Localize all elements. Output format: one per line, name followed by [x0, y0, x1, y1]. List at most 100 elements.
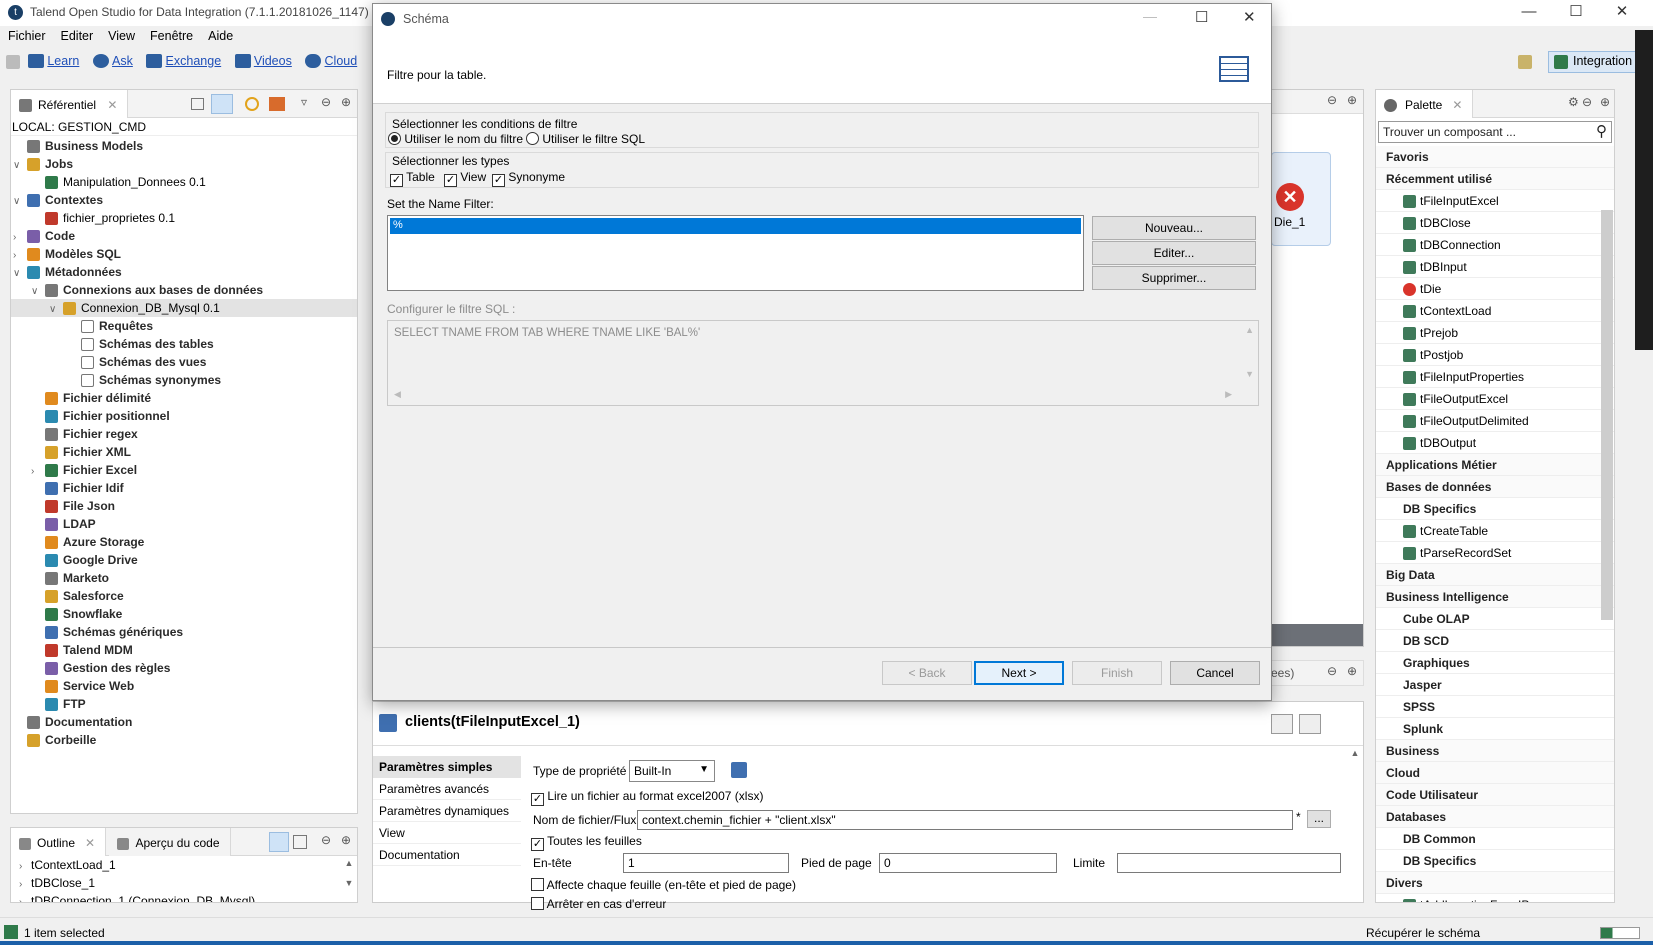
menu-fenetre[interactable]: Fenêtre [142, 26, 200, 43]
save-property-icon[interactable] [731, 762, 747, 778]
repo-item-salesforce[interactable]: Salesforce [11, 587, 357, 605]
outline-item[interactable]: ›tDBConnection_1 (Connexion_DB_Mysql) [19, 892, 357, 902]
palette-category-big-data[interactable]: Big Data [1376, 564, 1614, 586]
view-menu-icon[interactable]: ▿ [301, 95, 307, 109]
repo-item-mod-les-sql[interactable]: › Modèles SQL [11, 245, 357, 263]
finish-button[interactable]: Finish [1072, 661, 1162, 685]
name-filter-item[interactable]: % [390, 218, 1081, 234]
repo-item-snowflake[interactable]: Snowflake [11, 605, 357, 623]
repo-item-documentation[interactable]: Documentation [11, 713, 357, 731]
chevron-down-icon[interactable]: ∨ [13, 265, 25, 283]
palette-component-tdbinput[interactable]: tDBInput [1376, 256, 1614, 278]
maximize-view-icon[interactable]: ⊕ [1347, 93, 1357, 107]
menu-aide[interactable]: Aide [200, 26, 240, 43]
maximize-view-icon[interactable]: ⊕ [341, 95, 351, 109]
checkbox-synonym[interactable]: ✓ Synonyme [492, 170, 565, 187]
tab-outline[interactable]: Outline ✕ [11, 828, 107, 856]
tab-documentation[interactable]: Documentation [373, 844, 521, 866]
property-type-select[interactable]: Built-In ▼ [629, 760, 715, 782]
palette-category-db-common[interactable]: DB Common [1376, 828, 1614, 850]
repo-item-jobs[interactable]: ∨ Jobs [11, 155, 357, 173]
layout-vertical-icon[interactable] [1299, 714, 1321, 734]
menu-view[interactable]: View [100, 26, 142, 43]
filter-icon[interactable] [269, 97, 285, 111]
maximize-view-icon[interactable]: ⊕ [1600, 95, 1610, 109]
palette-category-cube-olap[interactable]: Cube OLAP [1376, 608, 1614, 630]
tree-view-icon[interactable] [269, 832, 289, 852]
repo-item-fichier-proprietes-0-1[interactable]: fichier_proprietes 0.1 [11, 209, 357, 227]
palette-component-tfileinputproperties[interactable]: tFileInputProperties [1376, 366, 1614, 388]
perspective-integration[interactable]: Integration [1548, 51, 1640, 73]
tab-parametres-dynamiques[interactable]: Paramètres dynamiques [373, 800, 521, 822]
browse-file-button[interactable]: ... [1307, 810, 1331, 828]
repo-item-talend-mdm[interactable]: Talend MDM [11, 641, 357, 659]
new-filter-button[interactable]: Nouveau... [1092, 216, 1256, 240]
outline-scrollbar[interactable]: ▲ ▼ [343, 858, 355, 902]
dialog-close-button[interactable]: ✕ [1243, 8, 1256, 26]
repo-item-fichier-excel[interactable]: › Fichier Excel [11, 461, 357, 479]
repo-item-sch-mas-synonymes[interactable]: Schémas synonymes [11, 371, 357, 389]
repo-item-requ-tes[interactable]: Requêtes [11, 317, 357, 335]
palette-component-tdie[interactable]: tDie [1376, 278, 1614, 300]
palette-component-tdbclose[interactable]: tDBClose [1376, 212, 1614, 234]
palette-category-spss[interactable]: SPSS [1376, 696, 1614, 718]
palette-category-divers[interactable]: Divers [1376, 872, 1614, 894]
palette-category-splunk[interactable]: Splunk [1376, 718, 1614, 740]
palette-component-tdbconnection[interactable]: tDBConnection [1376, 234, 1614, 256]
chevron-down-icon[interactable]: ∨ [13, 193, 25, 211]
repo-item-fichier-d-limit-[interactable]: Fichier délimité [11, 389, 357, 407]
palette-category-favoris[interactable]: Favoris [1376, 146, 1614, 168]
checkbox-table[interactable]: ✓ Table [390, 170, 435, 187]
palette-category-jasper[interactable]: Jasper [1376, 674, 1614, 696]
repo-item-google-drive[interactable]: Google Drive [11, 551, 357, 569]
stop-on-error-checkbox[interactable]: Arrêter en cas d'erreur [531, 897, 666, 911]
radio-name-filter[interactable]: Utiliser le nom du filtre [388, 132, 523, 146]
affect-each-sheet-checkbox[interactable]: Affecte chaque feuille (en-tête et pied … [531, 878, 796, 892]
videos-link[interactable]: Videos [254, 54, 292, 68]
dialog-maximize-button[interactable]: ☐ [1195, 8, 1208, 26]
palette-category-code-utilisateur[interactable]: Code Utilisateur [1376, 784, 1614, 806]
layout-horizontal-icon[interactable] [1271, 714, 1293, 734]
save-icon[interactable] [6, 54, 20, 69]
canvas-scrollbar[interactable] [1271, 624, 1363, 646]
minimize-view-icon[interactable]: ⊖ [1327, 93, 1337, 107]
ask-link[interactable]: Ask [112, 54, 133, 68]
minimize-view-icon[interactable]: ⊖ [1582, 95, 1592, 109]
repo-item-fichier-positionnel[interactable]: Fichier positionnel [11, 407, 357, 425]
minimize-button[interactable]: — [1506, 0, 1552, 26]
tab-parametres-avances[interactable]: Paramètres avancés [373, 778, 521, 800]
repo-item-fichier-idif[interactable]: Fichier Idif [11, 479, 357, 497]
tab-parametres-simples[interactable]: Paramètres simples [373, 756, 521, 778]
palette-category-db-specifics[interactable]: DB Specifics [1376, 850, 1614, 872]
chevron-down-icon[interactable]: ∨ [13, 157, 25, 175]
palette-settings-icon[interactable]: ⚙ [1568, 95, 1579, 109]
palette-category-r-cemment-utilis-[interactable]: Récemment utilisé [1376, 168, 1614, 190]
refresh-icon[interactable] [245, 97, 259, 111]
chevron-down-icon[interactable]: ∨ [49, 301, 61, 319]
settings-scrollbar[interactable]: ▲ [1349, 748, 1361, 902]
maximize-view-icon[interactable]: ⊕ [1347, 664, 1357, 678]
palette-category-applications-m-tier[interactable]: Applications Métier [1376, 454, 1614, 476]
palette-component-tcreatetable[interactable]: tCreateTable [1376, 520, 1614, 542]
outline-item[interactable]: › tContextLoad_1 [19, 856, 357, 874]
edit-filter-button[interactable]: Editer... [1092, 241, 1256, 265]
dialog-minimize-button[interactable]: — [1143, 8, 1157, 24]
minimize-view-icon[interactable]: ⊖ [321, 95, 331, 109]
palette-component-tfileoutputdelimited[interactable]: tFileOutputDelimited [1376, 410, 1614, 432]
maximize-view-icon[interactable]: ⊕ [341, 833, 351, 847]
repo-item-file-json[interactable]: File Json [11, 497, 357, 515]
chevron-down-icon[interactable]: ∨ [31, 283, 43, 301]
tab-palette[interactable]: Palette ✕ [1376, 90, 1474, 118]
palette-category-graphiques[interactable]: Graphiques [1376, 652, 1614, 674]
palette-category-databases[interactable]: Databases [1376, 806, 1614, 828]
palette-category-db-scd[interactable]: DB SCD [1376, 630, 1614, 652]
repo-item-business-models[interactable]: Business Models [11, 137, 357, 155]
palette-component-taddlocationfromip[interactable]: tAddLocationFromIP [1376, 894, 1614, 902]
exchange-link[interactable]: Exchange [166, 54, 222, 68]
repo-item-connexion-db-mysql-0-1[interactable]: ∨ Connexion_DB_Mysql 0.1 [11, 299, 357, 317]
job-designer-canvas[interactable]: ⊖ ⊕ ✕ Die_1 [1270, 89, 1364, 647]
palette-scrollbar[interactable] [1601, 210, 1613, 620]
tab-referentiel[interactable]: Référentiel ✕ [11, 90, 129, 118]
close-icon[interactable]: ✕ [107, 98, 117, 112]
palette-component-tprejob[interactable]: tPrejob [1376, 322, 1614, 344]
